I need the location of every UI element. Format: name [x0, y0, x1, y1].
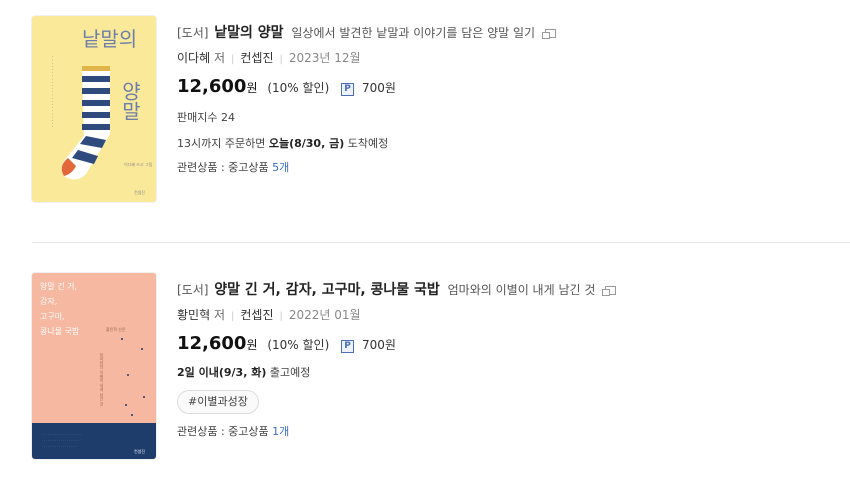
delivery-suffix: 도착예정 — [347, 137, 389, 150]
sale-price: 12,600 — [177, 76, 247, 97]
svg-text:· · · · · · · · · · · · · · ·: · · · · · · · · · · · · · · · · · · · · … — [42, 432, 81, 436]
book-subtitle: 일상에서 발견한 낱말과 이야기를 담은 양말 일기 — [291, 26, 536, 40]
author-link[interactable]: 황민혁 — [177, 308, 210, 322]
category-label: [도서] — [177, 26, 209, 40]
meta-line: 이다혜 저 | 컨셉진 | 2023년 12월 — [177, 49, 361, 66]
publisher-link[interactable]: 컨셉진 — [240, 308, 273, 322]
cover-title-line-4: 콩나물 국밥 — [40, 327, 80, 336]
separator: | — [279, 54, 283, 65]
cover-author: 황민혁 산문 — [106, 326, 126, 332]
book-subtitle: 엄마와의 이별이 내게 남긴 것 — [447, 283, 596, 297]
discount-rate: (10% 할인) — [267, 81, 330, 95]
price-line: 12,600원 (10% 할인) P 700원 — [177, 76, 396, 97]
publisher-link[interactable]: 컨셉진 — [240, 51, 273, 65]
separator: | — [231, 54, 235, 65]
point-icon: P — [341, 340, 355, 353]
cover-title-line-3: 고구마, — [40, 312, 65, 321]
delivery-suffix: 출고예정 — [269, 366, 311, 379]
currency-label: 원 — [246, 338, 258, 352]
author-link[interactable]: 이다혜 — [177, 51, 210, 65]
product-item: 양말 긴 거, 감자, 고구마, 콩나물 국밥 황민혁 산문 엄마와의 이별이 … — [32, 273, 850, 473]
book-cover-image[interactable]: 양말 긴 거, 감자, 고구마, 콩나물 국밥 황민혁 산문 엄마와의 이별이 … — [32, 273, 156, 459]
product-item: 낱말의 양말 · · · · · · · · · · · · · · · · ·… — [32, 16, 850, 216]
author-role: 저 — [213, 51, 225, 65]
point-amount: 700원 — [361, 338, 396, 352]
sale-price: 12,600 — [177, 333, 247, 354]
delivery-info: 13시까지 주문하면 오늘(8/30, 금) 도착예정 — [177, 135, 388, 151]
currency-label: 원 — [246, 81, 258, 95]
book-cover-art: 낱말의 양말 · · · · · · · · · · · · · · · · ·… — [32, 16, 156, 202]
delivery-prefix: 13시까지 주문하면 — [177, 137, 266, 150]
separator: | — [231, 311, 235, 322]
price-line: 12,600원 (10% 할인) P 700원 — [177, 333, 396, 354]
cover-blurb: · · · · · · · · · · · · · · · · · · · · … — [42, 432, 81, 448]
cover-blurb: · · · · · · · · · · · · · · · · · · · · … — [49, 56, 55, 128]
book-cover-art: 양말 긴 거, 감자, 고구마, 콩나물 국밥 황민혁 산문 엄마와의 이별이 … — [32, 273, 156, 459]
cover-author: 이다혜 쓰고 그림 — [124, 161, 153, 167]
cover-publisher: 컨셉진 — [134, 189, 145, 195]
book-title-link[interactable]: 양말 긴 거, 감자, 고구마, 콩나물 국밥 — [214, 282, 440, 298]
cover-subtitle: 엄마와의 이별이 내게 남긴 것 — [99, 352, 104, 407]
cover-title-line-1: 양말 긴 거, — [40, 281, 77, 291]
new-window-icon[interactable] — [602, 286, 617, 296]
related-label: 관련상품 : 중고상품 — [177, 161, 269, 174]
new-window-icon[interactable] — [541, 29, 556, 39]
book-title-link[interactable]: 낱말의 양말 — [214, 25, 283, 41]
point-amount: 700원 — [361, 81, 396, 95]
cover-title-line-2: 감자, — [40, 296, 57, 306]
publish-date: 2023년 12월 — [288, 51, 361, 65]
related-products: 관련상품 : 중고상품 5개 — [177, 159, 289, 175]
point-icon: P — [341, 83, 355, 96]
discount-rate: (10% 할인) — [267, 338, 330, 352]
delivery-date: 2일 이내(9/3, 화) — [177, 366, 267, 379]
title-line: [도서] 양말 긴 거, 감자, 고구마, 콩나물 국밥 엄마와의 이별이 내게… — [177, 279, 617, 299]
related-label: 관련상품 : 중고상품 — [177, 425, 269, 438]
item-divider — [32, 242, 850, 243]
related-products: 관련상품 : 중고상품 1개 — [177, 423, 289, 439]
delivery-date: 오늘(8/30, 금) — [268, 137, 345, 150]
publish-date: 2022년 01월 — [288, 308, 361, 322]
category-label: [도서] — [177, 283, 209, 297]
separator: | — [279, 311, 283, 322]
sales-index: 판매지수 24 — [177, 111, 235, 124]
title-line: [도서] 낱말의 양말 일상에서 발견한 낱말과 이야기를 담은 양말 일기 — [177, 22, 556, 42]
svg-text:· · · · · · · · · · · · · · ·: · · · · · · · · · · · · · · · · · · · — [42, 444, 77, 448]
delivery-info: 2일 이내(9/3, 화) 출고예정 — [177, 364, 310, 380]
cover-title-top: 낱말의 — [82, 27, 137, 51]
cover-publisher: 컨셉진 — [134, 448, 145, 454]
book-cover-image[interactable]: 낱말의 양말 · · · · · · · · · · · · · · · · ·… — [32, 16, 156, 202]
meta-line: 황민혁 저 | 컨셉진 | 2022년 01월 — [177, 306, 361, 323]
svg-text:· · · · · · · · · · · · · · ·: · · · · · · · · · · · · · · · · · · · · — [42, 438, 79, 442]
hashtag-chip[interactable]: #이별과성장 — [177, 390, 259, 414]
used-products-link[interactable]: 5개 — [272, 161, 289, 174]
cover-title-bottom: 양말 — [118, 81, 142, 121]
author-role: 저 — [213, 308, 225, 322]
used-products-link[interactable]: 1개 — [272, 425, 289, 438]
